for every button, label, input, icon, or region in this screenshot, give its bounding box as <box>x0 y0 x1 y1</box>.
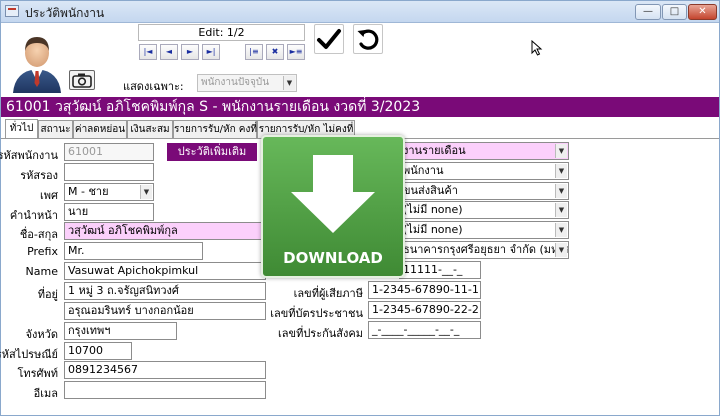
tab-status[interactable]: สถานะ <box>38 120 73 138</box>
chevron-down-icon: ▼ <box>555 203 567 217</box>
address-label: ที่อยู่ <box>37 288 58 301</box>
address-line1-field[interactable]: 1 หมู่ 3 ถ.จรัญสนิทวงศ์ <box>64 282 266 300</box>
email-label: อีเมล <box>33 387 58 400</box>
citizen-id-label: เลขที่บัตรประชาชน <box>270 307 363 320</box>
app-icon <box>5 5 19 17</box>
chevron-down-icon: ▼ <box>555 144 567 158</box>
field4-value: (ไม่มี none) <box>403 203 463 216</box>
nav-first-button[interactable]: |◄ <box>139 44 157 60</box>
name-en-label: Name <box>25 265 58 278</box>
close-button[interactable]: ✕ <box>688 4 717 20</box>
postcode-label: รหัสไปรษณีย์ <box>0 348 58 361</box>
bank-value: ธนาคารกรุงศรีอยุธยา จำกัด (มหาชน) <box>403 243 569 256</box>
position-value: พนักงาน <box>403 164 444 177</box>
alt-code-field[interactable] <box>64 163 154 181</box>
name-label: ชื่อ-สกุล <box>19 228 58 241</box>
citizen-id-field[interactable]: 1-2345-67890-22-2 <box>368 301 481 319</box>
more-history-button[interactable]: ประวัติเพิ่มเติม <box>167 143 257 161</box>
employee-avatar <box>9 31 65 93</box>
chevron-down-icon: ▼ <box>140 185 152 199</box>
nav-last-button[interactable]: ►| <box>202 44 220 60</box>
employee-code-label: รหัสพนักงาน <box>0 149 58 162</box>
phone-label: โทรศัพท์ <box>17 367 58 380</box>
undo-icon <box>357 29 379 50</box>
camera-icon <box>72 73 92 88</box>
chevron-down-icon: ▼ <box>555 223 567 237</box>
position-select[interactable]: พนักงาน ▼ <box>399 162 569 180</box>
prefix-label: Prefix <box>27 245 58 258</box>
field5-value: (ไม่มี none) <box>403 223 463 236</box>
gender-value: M - ชาย <box>68 185 109 198</box>
save-button[interactable] <box>314 24 344 54</box>
province-field[interactable]: กรุงเทพฯ <box>64 322 177 340</box>
field5-select[interactable]: (ไม่มี none) ▼ <box>399 221 569 239</box>
tab-fixed-income[interactable]: รายการรับ/หัก คงที่ <box>173 120 257 138</box>
title-bar[interactable]: ประวัติพนักงาน — □ ✕ <box>1 1 719 23</box>
employee-type-select[interactable]: งานรายเดือน ▼ <box>399 142 569 160</box>
nav-prev-button[interactable]: ◄ <box>160 44 178 60</box>
title-field[interactable]: นาย <box>64 203 154 221</box>
gender-select[interactable]: M - ชาย ▼ <box>64 183 154 201</box>
title-label: คำนำหน้า <box>9 209 58 222</box>
tab-general[interactable]: ทั่วไป <box>5 119 38 139</box>
businessman-icon <box>13 37 61 93</box>
email-field[interactable] <box>64 381 266 399</box>
undo-button[interactable] <box>353 24 383 54</box>
chevron-down-icon: ▼ <box>283 76 295 90</box>
name-en-field[interactable]: Vasuwat Apichokpimkul <box>64 262 266 280</box>
social-security-label: เลขที่ประกันสังคม <box>278 327 363 340</box>
postcode-field[interactable]: 10700 <box>64 342 132 360</box>
prefix-field[interactable]: Mr. <box>64 242 203 260</box>
social-security-field[interactable]: _-____-_____-__-_ <box>368 321 481 339</box>
download-overlay-button[interactable]: DOWNLOAD <box>261 135 405 278</box>
taxpayer-id-label: เลขที่ผู้เสียภาษี <box>293 287 363 300</box>
phone-field[interactable]: 0891234567 <box>64 361 266 379</box>
check-icon <box>317 29 341 49</box>
chevron-down-icon: ▼ <box>555 184 567 198</box>
gender-label: เพศ <box>40 189 58 202</box>
camera-button[interactable] <box>69 70 95 90</box>
tab-deductions[interactable]: ค่าลดหย่อน <box>73 120 127 138</box>
name-field[interactable]: วสุวัฒน์ อภิโชคพิมพ์กุล <box>64 222 266 240</box>
nav-clear-button[interactable]: ✖ <box>266 44 284 60</box>
maximize-button[interactable]: □ <box>662 4 687 20</box>
nav-next-button[interactable]: ► <box>181 44 199 60</box>
mouse-cursor-icon <box>531 40 543 56</box>
address-line2-field[interactable]: อรุณอมรินทร์ บางกอกน้อย <box>64 302 266 320</box>
download-label: DOWNLOAD <box>283 249 383 267</box>
taxpayer-id-field[interactable]: 1-2345-67890-11-1 <box>368 281 481 299</box>
filter-label: แสดงเฉพาะ: <box>123 80 184 93</box>
employee-type-value: งานรายเดือน <box>403 144 466 157</box>
bank-account-field[interactable]: 11111-__-_ <box>399 261 481 279</box>
edit-status: Edit: 1/2 <box>138 24 305 41</box>
bank-select[interactable]: ธนาคารกรุงศรีอยุธยา จำกัด (มหาชน) ▼ <box>399 241 569 259</box>
download-arrow-icon <box>291 155 375 233</box>
nav-goto-button[interactable]: ►≡ <box>287 44 305 60</box>
filter-value: พนักงานปัจจุบัน <box>201 77 270 88</box>
chevron-down-icon: ▼ <box>555 164 567 178</box>
tab-savings[interactable]: เงินสะสม <box>127 120 173 138</box>
department-value: ขนส่งสินค้า <box>403 184 458 197</box>
employee-code-field[interactable]: 61001 <box>64 143 154 161</box>
window-title: ประวัติพนักงาน <box>25 6 105 20</box>
chevron-down-icon: ▼ <box>555 243 567 257</box>
department-select[interactable]: ขนส่งสินค้า ▼ <box>399 182 569 200</box>
employee-history-window: ประวัติพนักงาน — □ ✕ Edit: 1/2 |◄ ◄ ► ►|… <box>0 0 720 416</box>
field4-select[interactable]: (ไม่มี none) ▼ <box>399 201 569 219</box>
nav-mark-button[interactable]: |≡ <box>245 44 263 60</box>
minimize-button[interactable]: — <box>635 4 661 20</box>
province-label: จังหวัด <box>25 328 58 341</box>
alt-code-label: รหัสรอง <box>20 169 58 182</box>
filter-select[interactable]: พนักงานปัจจุบัน ▼ <box>197 74 297 92</box>
employee-banner: 61001 วสุวัฒน์ อภิโชคพิมพ์กุล S - พนักงา… <box>1 97 719 117</box>
